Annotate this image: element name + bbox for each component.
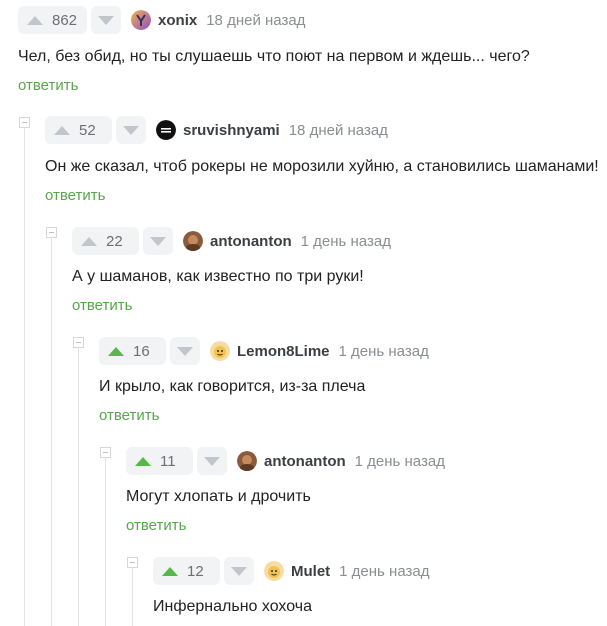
upvote-arrow-icon[interactable] — [54, 125, 70, 135]
comment-author[interactable]: antonanton — [264, 453, 346, 470]
collapse-thread-button[interactable] — [19, 117, 30, 128]
thread-line — [78, 347, 79, 626]
collapse-thread-button[interactable] — [127, 557, 138, 568]
comment-header: 22 antonanton 1 день назад — [72, 227, 391, 255]
downvote-arrow-icon — [177, 346, 193, 356]
downvote-arrow-icon — [231, 566, 247, 576]
thread-line — [24, 127, 25, 626]
thread-line — [105, 457, 106, 626]
downvote-button[interactable] — [143, 227, 173, 255]
user-avatar[interactable] — [210, 341, 230, 361]
thread-line — [132, 567, 133, 626]
upvote-arrow-icon[interactable] — [81, 236, 97, 246]
comment-author[interactable]: antonanton — [210, 233, 292, 250]
comment-time: 1 день назад — [339, 562, 430, 580]
upvote-box: 11 — [126, 447, 193, 475]
thread-line — [51, 237, 52, 626]
comment-text: Могут хлопать и дрочить — [126, 488, 311, 505]
upvote-box: 12 — [153, 557, 220, 585]
reply-link[interactable]: ответить — [99, 407, 159, 424]
downvote-arrow-icon — [204, 456, 220, 466]
comment-rating: 12 — [187, 562, 204, 580]
comment-rating: 22 — [106, 232, 123, 250]
user-avatar[interactable] — [264, 561, 284, 581]
comment-text: Чел, без обид, но ты слушаешь что поют н… — [18, 48, 530, 65]
user-avatar[interactable] — [156, 120, 176, 140]
reply-link[interactable]: ответить — [45, 187, 105, 204]
user-avatar[interactable] — [237, 451, 257, 471]
collapse-thread-button[interactable] — [73, 337, 84, 348]
comment-time: 1 день назад — [338, 342, 429, 360]
upvote-box: 16 — [99, 337, 166, 365]
downvote-arrow-icon — [98, 15, 115, 25]
comment-text: Инфернально хохоча — [153, 598, 313, 615]
comment-text: Он же сказал, чтоб рокеры не морозили ху… — [45, 158, 599, 175]
comment-rating: 11 — [160, 452, 176, 470]
comment-text: А у шаманов, как известно по три руки! — [72, 268, 364, 285]
comment-author[interactable]: Lemon8Lime — [237, 343, 330, 360]
comment-header: 12 Mulet 1 день назад — [153, 557, 429, 585]
comment-time: 1 день назад — [300, 232, 391, 250]
reply-link[interactable]: ответить — [126, 517, 186, 534]
upvote-box: 52 — [45, 116, 112, 144]
upvote-arrow-icon[interactable] — [135, 456, 151, 466]
comment-header: 52 sruvishnyami 18 дней назад — [45, 116, 388, 144]
reply-link[interactable]: ответить — [72, 297, 132, 314]
comment-time: 1 день назад — [354, 452, 445, 470]
user-avatar[interactable] — [131, 10, 152, 30]
user-avatar[interactable] — [183, 231, 203, 251]
downvote-arrow-icon — [123, 125, 139, 135]
comment-text: И крыло, как говорится, из-за плеча — [99, 378, 366, 395]
comment-rating: 862 — [52, 11, 78, 29]
downvote-button[interactable] — [170, 337, 200, 365]
comment-rating: 16 — [133, 342, 150, 360]
collapse-thread-button[interactable] — [100, 447, 111, 458]
downvote-button[interactable] — [224, 557, 254, 585]
downvote-arrow-icon — [150, 236, 166, 246]
comment-time: 18 дней назад — [288, 121, 388, 139]
upvote-arrow-icon[interactable] — [162, 566, 178, 576]
collapse-thread-button[interactable] — [46, 227, 57, 238]
upvote-box: 22 — [72, 227, 139, 255]
reply-link[interactable]: ответить — [18, 77, 78, 94]
comment-author[interactable]: Mulet — [291, 563, 330, 580]
upvote-arrow-icon[interactable] — [108, 346, 124, 356]
upvote-arrow-icon[interactable] — [27, 15, 43, 25]
comment-author[interactable]: sruvishnyami — [183, 122, 280, 139]
comment-time: 18 дней назад — [206, 11, 306, 29]
comment-header: 16 Lemon8Lime 1 день назад — [99, 337, 429, 365]
downvote-button[interactable] — [197, 447, 227, 475]
comment-rating: 52 — [79, 121, 96, 139]
comment-header: 862 xonix 18 дней назад — [18, 6, 305, 34]
comment-author[interactable]: xonix — [158, 12, 197, 29]
upvote-box: 862 — [18, 6, 88, 34]
downvote-button[interactable] — [116, 116, 146, 144]
downvote-button[interactable] — [91, 6, 122, 34]
comment-header: 11 antonanton 1 день назад — [126, 447, 445, 475]
